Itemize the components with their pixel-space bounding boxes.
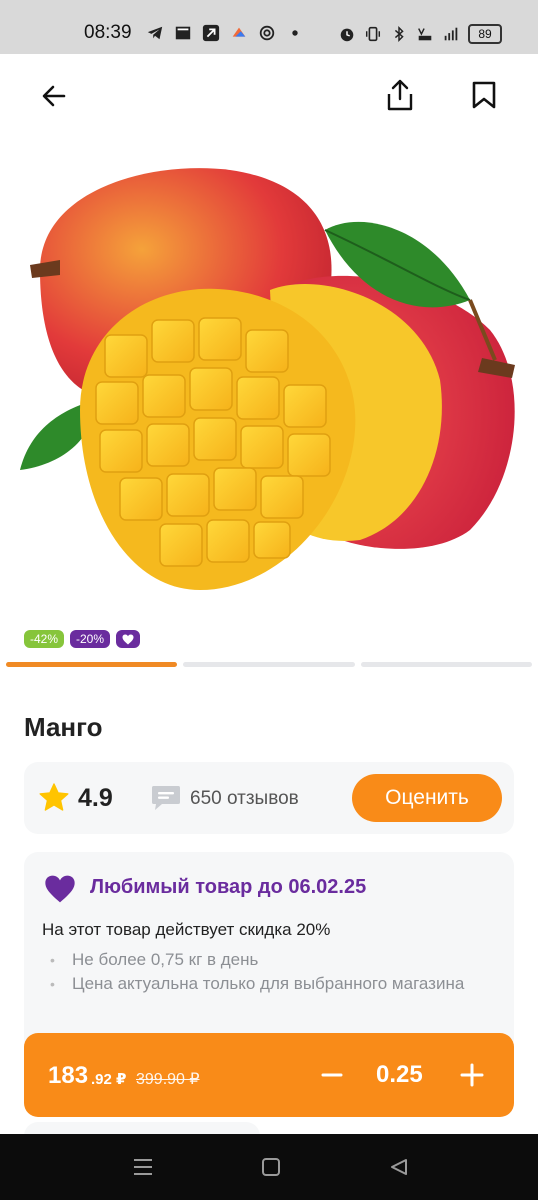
carousel-dot-1[interactable] [6,662,178,667]
home-square-icon [262,1158,280,1176]
back-triangle-icon [391,1159,407,1175]
status-time: 08:39 [84,22,132,43]
minus-icon [321,1073,343,1077]
status-bar: 08:39 89 [0,0,538,54]
share-button[interactable] [378,73,422,117]
price-current-fraction: .92 ₽ [91,1071,127,1088]
promo-description: На этот товар действует скидка 20% [42,920,331,939]
top-nav [0,54,538,140]
arrow-app-icon [202,24,220,42]
menu-icon [134,1159,152,1175]
back-arrow-icon [42,85,66,107]
volte-icon [418,28,432,41]
price-old: 399.90 ₽ [136,1071,200,1088]
discount-badge-purple: -20% [70,630,111,648]
promo-title: Любимый товар до 06.02.25 [90,876,367,898]
quantity-increase-button[interactable] [452,1055,492,1095]
rate-button[interactable]: Оценить [352,774,502,822]
rating-value: 4.9 [78,784,113,812]
image-carousel-indicator [6,662,532,668]
system-back-button[interactable] [386,1154,412,1180]
share-icon [387,79,413,111]
dot-icon [292,30,298,36]
quantity-decrease-button[interactable] [312,1055,352,1095]
quantity-value: 0.25 [376,1061,423,1088]
signal-4g-icon [444,27,458,41]
discount-badge-green: -42% [24,630,65,648]
battery-icon: 89 [468,24,502,44]
back-button[interactable] [32,74,76,118]
product-title: Манго [24,712,103,742]
promo-card: Любимый товар до 06.02.25 На этот товар … [24,852,514,1052]
telegram-icon [147,26,163,40]
rating-card: 4.9 650 отзывов Оценить [24,762,514,834]
home-button[interactable] [258,1154,284,1180]
bluetooth-icon [394,25,404,43]
cloud-app-icon [232,27,246,37]
favorite-badge [116,630,141,648]
cart-bar: 183 .92 ₽ 399.90 ₽ 0.25 [24,1033,514,1117]
spiral-app-icon [259,25,275,41]
system-navigation-bar [0,1134,538,1200]
alarm-icon [340,28,354,42]
news-icon [175,26,191,40]
reviews-count[interactable]: 650 отзывов [190,788,299,810]
mango-illustration [20,168,515,590]
promo-condition: Не более 0,75 кг в день [42,948,482,972]
heart-icon [45,875,75,903]
product-image[interactable] [0,150,538,620]
vibrate-icon [365,26,381,42]
promo-condition: Цена актуальна только для выбранного маг… [42,972,482,996]
notification-icons [146,24,304,42]
price-current: 183 [48,1062,89,1089]
comment-icon [152,786,180,810]
heart-icon [122,634,134,644]
system-icons: 89 [338,24,502,44]
carousel-dot-3[interactable] [360,662,532,667]
carousel-dot-2[interactable] [183,662,355,667]
badge-row: -42% -20% [24,630,141,648]
bookmark-button[interactable] [462,73,506,117]
star-icon [39,783,69,811]
bookmark-icon [472,81,496,109]
promo-conditions: Не более 0,75 кг в день Цена актуальна т… [42,948,482,996]
recent-apps-button[interactable] [130,1154,156,1180]
plus-icon [460,1063,484,1087]
